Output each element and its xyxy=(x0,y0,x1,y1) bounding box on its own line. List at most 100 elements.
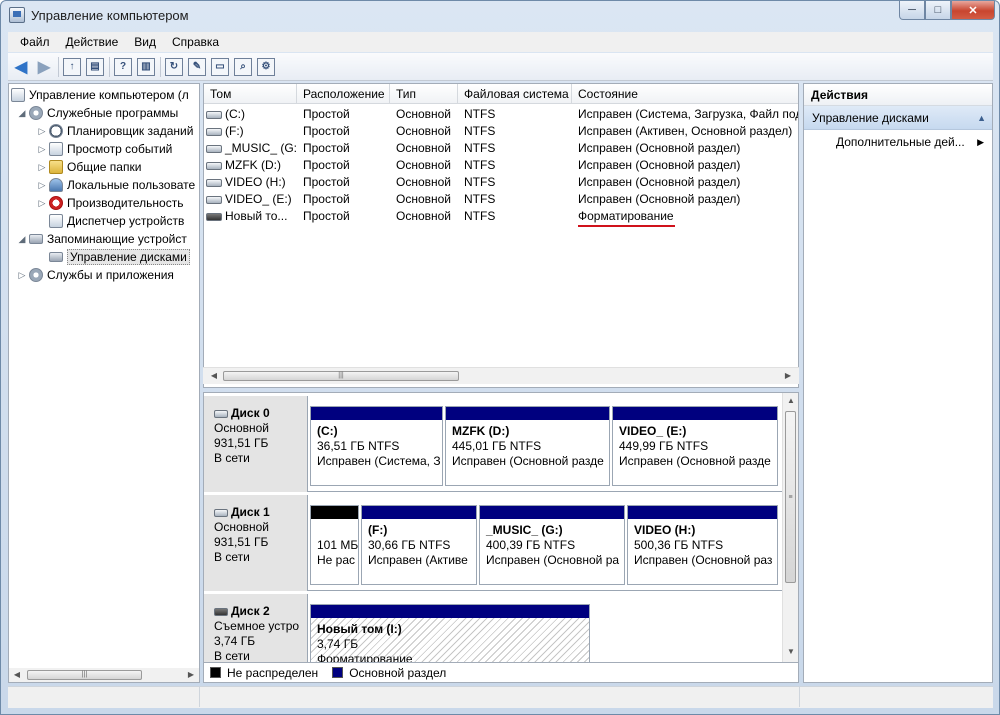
properties-icon[interactable]: ✎ xyxy=(188,57,206,76)
tools-icon xyxy=(29,106,43,120)
partition-size: 3,74 ГБ xyxy=(317,637,359,651)
actions-group-disk-management[interactable]: Управление дисками ▲ xyxy=(804,106,992,130)
tree-item-system-tools[interactable]: ◢ Служебные программы xyxy=(17,104,178,122)
partition-block[interactable]: VIDEO_ (E:) 449,99 ГБ NTFS Исправен (Осн… xyxy=(612,406,778,486)
scroll-down-icon[interactable]: ▼ xyxy=(784,646,798,658)
menu-help[interactable]: Справка xyxy=(164,35,227,49)
expand-arrow-icon[interactable]: ▷ xyxy=(37,180,47,191)
menu-view[interactable]: Вид xyxy=(126,35,164,49)
disk-info[interactable]: Диск 2 Съемное устро 3,74 ГБ В сети xyxy=(204,594,308,662)
tree-item-task-scheduler[interactable]: ▷ Планировщик заданий xyxy=(37,122,193,140)
volume-layout: Простой xyxy=(303,141,350,155)
partition-block[interactable]: (C:) 36,51 ГБ NTFS Исправен (Система, З xyxy=(310,406,443,486)
disk-management-icon xyxy=(49,252,63,262)
column-header-layout[interactable]: Расположение xyxy=(297,84,390,104)
expand-arrow-icon[interactable]: ▷ xyxy=(37,126,47,137)
collapse-up-icon[interactable]: ▲ xyxy=(977,106,986,130)
close-button[interactable]: ✕ xyxy=(951,1,995,20)
partition-bar xyxy=(362,506,476,519)
table-row[interactable]: MZFK (D:) Простой Основной NTFS Исправен… xyxy=(204,157,798,174)
partition-status: Исправен (Основной разде xyxy=(452,454,604,468)
scroll-left-icon[interactable]: ◀ xyxy=(207,370,221,382)
partition-block[interactable]: _MUSIC_ (G:) 400,39 ГБ NTFS Исправен (Ос… xyxy=(479,505,625,585)
show-hide-tree-icon[interactable]: ▤ xyxy=(86,57,104,76)
folder-icon xyxy=(49,160,63,174)
disk-info[interactable]: Диск 1 Основной 931,51 ГБ В сети xyxy=(204,495,308,591)
tree-item-device-manager[interactable]: Диспетчер устройств xyxy=(49,212,184,230)
table-row[interactable]: (C:) Простой Основной NTFS Исправен (Сис… xyxy=(204,106,799,123)
volume-status: Исправен (Основной раздел) xyxy=(578,192,741,206)
tree-item-shared-folders[interactable]: ▷ Общие папки xyxy=(37,158,141,176)
table-row[interactable]: VIDEO (H:) Простой Основной NTFS Исправе… xyxy=(204,174,798,191)
disk-info[interactable]: Диск 0 Основной 931,51 ГБ В сети xyxy=(204,396,308,492)
volume-icon xyxy=(206,110,222,119)
partition-status: Исправен (Основной раз xyxy=(634,553,773,567)
volume-icon xyxy=(206,178,222,187)
partition-block[interactable]: MZFK (D:) 445,01 ГБ NTFS Исправен (Основ… xyxy=(445,406,610,486)
tree-item-disk-management[interactable]: Управление дисками xyxy=(49,248,190,266)
tree-item-performance[interactable]: ▷ Производительность xyxy=(37,194,183,212)
up-level-icon[interactable]: ↑ xyxy=(63,57,81,76)
maximize-button[interactable]: □ xyxy=(925,1,951,20)
menu-action[interactable]: Действие xyxy=(58,35,127,49)
volume-fs: NTFS xyxy=(464,141,496,155)
table-row[interactable]: VIDEO_ (E:) Простой Основной NTFS Исправ… xyxy=(204,191,798,208)
collapse-arrow-icon[interactable]: ◢ xyxy=(17,234,27,245)
partition-block[interactable]: VIDEO (H:) 500,36 ГБ NTFS Исправен (Осно… xyxy=(627,505,778,585)
expand-arrow-icon[interactable]: ▷ xyxy=(17,270,27,281)
volume-fs: NTFS xyxy=(464,175,496,189)
more-actions-item[interactable]: Дополнительные дей... ▶ xyxy=(804,130,992,154)
toolbar-separator xyxy=(160,56,161,77)
partition-block[interactable]: (F:) 30,66 ГБ NTFS Исправен (Активе xyxy=(361,505,477,585)
tree-item-services-apps[interactable]: ▷ Службы и приложения xyxy=(17,266,174,284)
partition-status: Исправен (Основной разде xyxy=(619,454,771,468)
table-row[interactable]: (F:) Простой Основной NTFS Исправен (Акт… xyxy=(204,123,798,140)
scroll-thumb[interactable]: ||| xyxy=(27,670,142,680)
forward-arrow-icon[interactable]: ▶ xyxy=(35,58,53,76)
back-arrow-icon[interactable]: ◀ xyxy=(12,58,30,76)
volume-type: Основной xyxy=(396,124,452,138)
scroll-thumb[interactable]: ||| xyxy=(223,371,459,381)
tree-item-event-viewer[interactable]: ▷ Просмотр событий xyxy=(37,140,172,158)
volume-fs: NTFS xyxy=(464,107,496,121)
unallocated-partition-block[interactable]: 101 МБ Не рас xyxy=(310,505,359,585)
scroll-thumb[interactable]: ≡ xyxy=(785,411,796,583)
disk-row: Диск 1 Основной 931,51 ГБ В сети 101 МБ … xyxy=(204,495,784,591)
scroll-right-icon[interactable]: ▶ xyxy=(781,370,795,382)
tree-item-computer-management[interactable]: Управление компьютером (л xyxy=(11,86,189,104)
volume-status: Исправен (Основной раздел) xyxy=(578,175,741,189)
partition-bar xyxy=(311,407,442,420)
expand-arrow-icon[interactable]: ▷ xyxy=(37,198,47,209)
performance-icon xyxy=(49,196,63,210)
expand-arrow-icon[interactable]: ▷ xyxy=(37,162,47,173)
column-header-filesystem[interactable]: Файловая система xyxy=(458,84,572,104)
volume-status: Исправен (Система, Загрузка, Файл под xyxy=(578,107,799,121)
column-header-type[interactable]: Тип xyxy=(390,84,458,104)
tree-item-local-users[interactable]: ▷ Локальные пользовате xyxy=(37,176,195,194)
scroll-left-icon[interactable]: ◀ xyxy=(10,669,24,681)
scroll-right-icon[interactable]: ▶ xyxy=(184,669,198,681)
table-row[interactable]: _MUSIC_ (G:) Простой Основной NTFS Испра… xyxy=(204,140,798,157)
show-hide-actions-icon[interactable]: ▥ xyxy=(137,57,155,76)
volume-list-horizontal-scrollbar[interactable]: ◀ ||| ▶ xyxy=(203,367,799,384)
partition-label: (C:) xyxy=(317,424,338,438)
tree-horizontal-scrollbar[interactable]: ◀ ||| ▶ xyxy=(8,668,200,683)
disk-map-vertical-scrollbar[interactable]: ▲ ≡ ▼ xyxy=(782,393,798,662)
partition-bar xyxy=(613,407,777,420)
column-header-status[interactable]: Состояние xyxy=(572,84,798,104)
volume-status: Исправен (Активен, Основной раздел) xyxy=(578,124,793,138)
expand-arrow-icon[interactable]: ▷ xyxy=(37,144,47,155)
tree-item-storage[interactable]: ◢ Запоминающие устройст xyxy=(17,230,187,248)
search-icon[interactable]: ⌕ xyxy=(234,57,252,76)
partition-block[interactable]: Новый том (I:) 3,74 ГБ Форматирование xyxy=(310,604,590,662)
settings-icon[interactable]: ⚙ xyxy=(257,57,275,76)
open-folder-icon[interactable]: ▭ xyxy=(211,57,229,76)
collapse-arrow-icon[interactable]: ◢ xyxy=(17,108,27,119)
table-row[interactable]: Новый то... Простой Основной NTFS Формат… xyxy=(204,208,798,225)
minimize-button[interactable]: ─ xyxy=(899,1,925,20)
refresh-icon[interactable]: ↻ xyxy=(165,57,183,76)
column-header-volume[interactable]: Том xyxy=(204,84,297,104)
help-icon[interactable]: ? xyxy=(114,57,132,76)
menu-file[interactable]: Файл xyxy=(12,35,58,49)
scroll-up-icon[interactable]: ▲ xyxy=(784,395,798,407)
